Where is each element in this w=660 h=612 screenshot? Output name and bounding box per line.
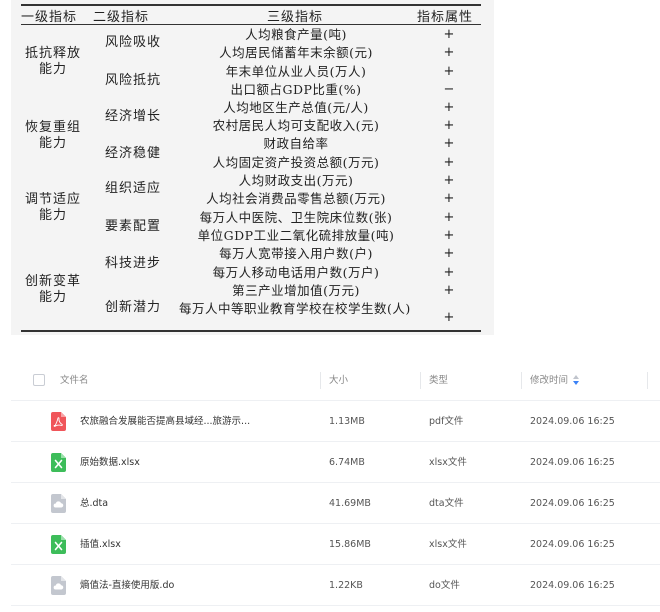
- file-list: 文件名 大小 类型 修改时间 农旅融合发展能否提高县域经...旅游示... 1.…: [11, 360, 660, 612]
- attr-sign: +: [443, 155, 455, 170]
- level2-cell: 科技进步: [105, 256, 162, 271]
- pdf-icon: [51, 412, 66, 431]
- file-size: 1.22KB: [329, 580, 363, 591]
- level3-cell: 每万人中医院、卫生院床位数(张): [199, 210, 393, 225]
- file-row[interactable]: 插值.xlsx 15.86MB xlsx文件 2024.09.06 16:25: [11, 524, 660, 565]
- level3-cell: 人均社会消费品零售总额(万元): [206, 191, 386, 206]
- column-divider[interactable]: [647, 372, 648, 389]
- level2-cell: 经济增长: [105, 109, 162, 124]
- file-row[interactable]: 原始数据.xlsx 6.74MB xlsx文件 2024.09.06 16:25: [11, 442, 660, 483]
- file-name[interactable]: 总.dta: [80, 483, 108, 524]
- select-all-checkbox[interactable]: [33, 374, 45, 386]
- level3-cell: 每万人宽带接入用户数(户): [219, 246, 373, 261]
- column-divider[interactable]: [420, 372, 421, 389]
- attr-sign: +: [443, 100, 455, 115]
- level3-cell: 人均财政支出(万元): [238, 173, 354, 188]
- column-header-time-label: 修改时间: [530, 375, 569, 386]
- file-size: 6.74MB: [329, 457, 365, 468]
- sort-icon[interactable]: [573, 374, 580, 385]
- level1-cell: 创新变革能力: [24, 274, 81, 305]
- attr-sign: +: [443, 173, 455, 188]
- file-type: xlsx文件: [429, 457, 467, 468]
- file-time: 2024.09.06 16:25: [530, 498, 615, 509]
- generic-file-icon: [51, 494, 66, 513]
- attr-sign: +: [443, 246, 455, 261]
- level3-cell: 人均粮食产量(吨): [245, 27, 347, 42]
- file-name[interactable]: 农旅融合发展能否提高县域经...旅游示...: [80, 401, 250, 442]
- level3-cell: 每万人移动电话用户数(万户): [212, 265, 380, 280]
- file-type: pdf文件: [429, 416, 464, 427]
- attr-sign: +: [443, 64, 455, 79]
- level1-cell: 调节适应能力: [24, 192, 81, 223]
- level2-cell: 风险吸收: [105, 35, 162, 50]
- attr-sign: +: [443, 283, 455, 298]
- header-attr: 指标属性: [417, 10, 474, 25]
- file-row[interactable]: 熵值法-直接使用版.do 1.22KB do文件 2024.09.06 16:2…: [11, 565, 660, 606]
- file-list-header: 文件名 大小 类型 修改时间: [11, 360, 660, 401]
- level3-cell: 出口额占GDP比重(%): [230, 82, 362, 97]
- header-level2: 二级指标: [93, 10, 150, 25]
- column-divider[interactable]: [320, 372, 321, 389]
- level3-cell: 人均居民储蓄年末余额(元): [219, 45, 373, 60]
- file-type: dta文件: [429, 498, 464, 509]
- level3-cell: 年末单位从业人员(万人): [225, 64, 367, 79]
- file-time: 2024.09.06 16:25: [530, 457, 615, 468]
- table-top-rule: [21, 4, 481, 6]
- file-name[interactable]: 插值.xlsx: [80, 524, 121, 565]
- file-name[interactable]: 熵值法-直接使用版.do: [80, 565, 174, 606]
- level3-cell: 人均地区生产总值(元/人): [223, 100, 369, 115]
- excel-icon: [51, 535, 66, 554]
- attr-sign: +: [443, 310, 455, 325]
- column-header-size[interactable]: 大小: [329, 360, 348, 401]
- column-divider[interactable]: [521, 372, 522, 389]
- level3-cell: 每万人中等职业教育学校在校学生数(人): [179, 301, 411, 316]
- indicator-table-image: 一级指标 二级指标 三级指标 指标属性 抵抗释放能力 风险吸收 人均粮食产量(吨…: [11, 0, 494, 335]
- level2-cell: 创新潜力: [105, 300, 162, 315]
- file-row[interactable]: 农旅融合发展能否提高县域经...旅游示... 1.13MB pdf文件 2024…: [11, 401, 660, 442]
- file-name[interactable]: 原始数据.xlsx: [80, 442, 140, 483]
- attr-sign: +: [443, 191, 455, 206]
- attr-sign: +: [443, 45, 455, 60]
- level3-cell: 人均固定资产投资总额(万元): [212, 155, 380, 170]
- file-row[interactable]: 总.dta 41.69MB dta文件 2024.09.06 16:25: [11, 483, 660, 524]
- header-level3: 三级指标: [267, 10, 324, 25]
- level3-cell: 单位GDP工业二氧化硫排放量(吨): [197, 228, 395, 243]
- level3-cell: 农村居民人均可支配收入(元): [212, 118, 380, 133]
- level2-cell: 要素配置: [105, 219, 162, 234]
- file-type: xlsx文件: [429, 539, 467, 550]
- header-level1: 一级指标: [21, 10, 78, 25]
- attr-sign: −: [443, 82, 455, 97]
- file-time: 2024.09.06 16:25: [530, 539, 615, 550]
- generic-file-icon: [51, 576, 66, 595]
- table-header-rule: [21, 24, 481, 25]
- column-header-name[interactable]: 文件名: [60, 360, 89, 401]
- table-bottom-rule: [21, 330, 481, 332]
- attr-sign: +: [443, 27, 455, 42]
- file-type: do文件: [429, 580, 460, 591]
- excel-icon: [51, 453, 66, 472]
- file-time: 2024.09.06 16:25: [530, 416, 615, 427]
- file-size: 1.13MB: [329, 416, 365, 427]
- file-size: 41.69MB: [329, 498, 371, 509]
- attr-sign: +: [443, 210, 455, 225]
- column-header-time[interactable]: 修改时间: [530, 360, 580, 401]
- attr-sign: +: [443, 136, 455, 151]
- file-time: 2024.09.06 16:25: [530, 580, 615, 591]
- level3-cell: 财政自给率: [263, 136, 329, 151]
- attr-sign: +: [443, 265, 455, 280]
- file-size: 15.86MB: [329, 539, 371, 550]
- level2-cell: 风险抵抗: [105, 73, 162, 88]
- level3-cell: 第三产业增加值(万元): [232, 283, 360, 298]
- level1-cell: 恢复重组能力: [24, 120, 81, 151]
- attr-sign: +: [443, 228, 455, 243]
- attr-sign: +: [443, 118, 455, 133]
- level2-cell: 经济稳健: [105, 146, 162, 161]
- level2-cell: 组织适应: [105, 181, 162, 196]
- column-header-type[interactable]: 类型: [429, 360, 448, 401]
- level1-cell: 抵抗释放能力: [24, 46, 81, 77]
